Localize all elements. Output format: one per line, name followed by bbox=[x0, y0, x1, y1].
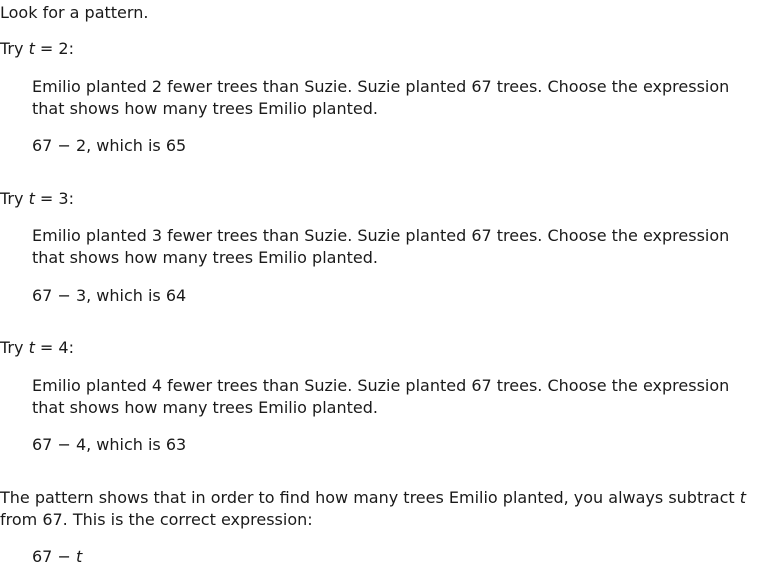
variable-t: t bbox=[739, 488, 747, 507]
trial-problem: Emilio planted 4 fewer trees than Suzie.… bbox=[32, 376, 730, 417]
trial-problem: Emilio planted 2 fewer trees than Suzie.… bbox=[32, 77, 730, 118]
trial-answer: 67 − 4, which is 63 bbox=[32, 435, 187, 454]
trial-answer: 67 − 2, which is 65 bbox=[32, 136, 187, 155]
conclusion-text: The pattern shows that in order to find … bbox=[0, 487, 756, 531]
trial-label-suffix: = 2: bbox=[34, 39, 74, 58]
final-expression: 67 − t bbox=[32, 546, 82, 568]
trial-label: Try t = 3: bbox=[0, 188, 74, 210]
trial-label: Try t = 4: bbox=[0, 337, 74, 359]
trial-label-prefix: Try bbox=[0, 39, 29, 58]
conclusion-text-after: from 67. This is the correct expression: bbox=[0, 510, 313, 529]
final-expression-prefix: 67 − bbox=[32, 547, 76, 566]
explanation-page: Look for a pattern. Try t = 2: Emilio pl… bbox=[0, 0, 760, 570]
trial-answer: 67 − 3, which is 64 bbox=[32, 286, 187, 305]
trial-problem: Emilio planted 3 fewer trees than Suzie.… bbox=[32, 226, 730, 267]
trial-label-prefix: Try bbox=[0, 189, 29, 208]
trial-label: Try t = 2: bbox=[0, 38, 74, 60]
trial-label-prefix: Try bbox=[0, 338, 29, 357]
trial-label-suffix: = 3: bbox=[34, 189, 74, 208]
trial-label-suffix: = 4: bbox=[34, 338, 74, 357]
intro-text: Look for a pattern. bbox=[0, 3, 149, 22]
variable-t: t bbox=[75, 547, 83, 566]
conclusion-text-before: The pattern shows that in order to find … bbox=[0, 488, 740, 507]
